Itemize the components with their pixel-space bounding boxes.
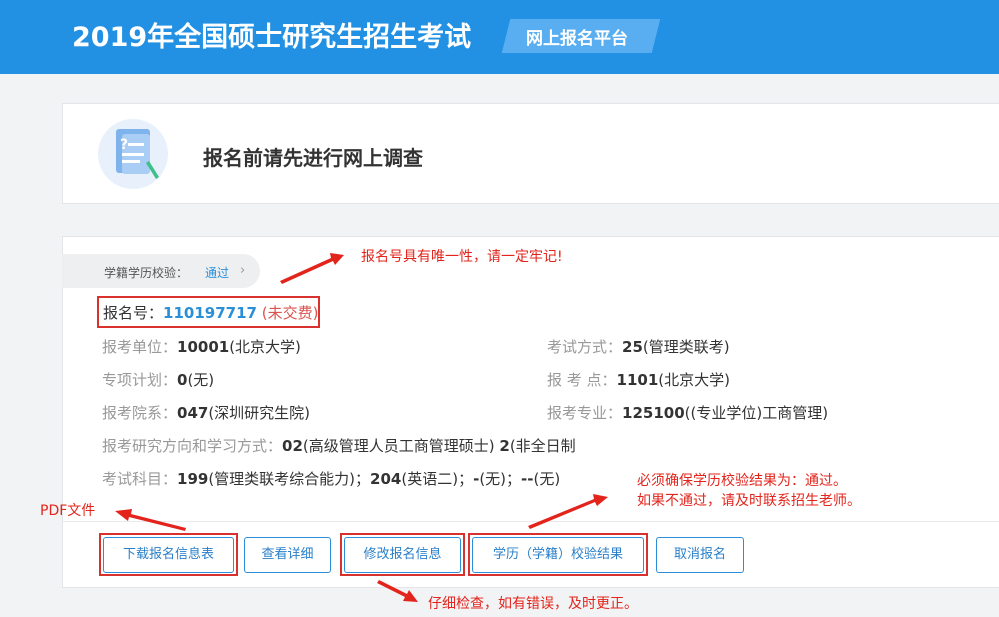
- survey-document-icon: ?: [98, 119, 168, 189]
- field-major: 报考专业：125100((专业学位)工商管理): [547, 404, 829, 422]
- svg-text:?: ?: [120, 137, 128, 153]
- platform-badge-label: 网上报名平台: [526, 29, 628, 49]
- modify-button[interactable]: 修改报名信息: [344, 537, 461, 573]
- pdf-annotation: PDF文件: [40, 503, 96, 519]
- field-special-plan: 专项计划：0(无): [102, 371, 215, 389]
- verify-status[interactable]: 通过: [205, 264, 229, 281]
- card-divider: [63, 521, 999, 522]
- field-exam-mode: 考试方式：25(管理类联考): [547, 338, 730, 356]
- verify-annotation-line2: 如果不通过，请及时联系招生老师。: [637, 493, 861, 509]
- payment-status: (未交费): [261, 304, 319, 322]
- regno-annotation: 报名号具有唯一性，请一定牢记!: [361, 249, 563, 265]
- download-button[interactable]: 下载报名信息表: [103, 537, 234, 573]
- field-exam-site: 报 考 点：1101(北京大学): [547, 371, 731, 389]
- survey-prompt[interactable]: 报名前请先进行网上调查: [203, 142, 423, 171]
- field-direction: 报考研究方向和学习方式：02(高级管理人员工商管理硕士) 2(非全日制: [102, 437, 576, 455]
- regno-value: 110197717: [163, 304, 257, 322]
- registration-number: 报名号：110197717 (未交费): [103, 302, 318, 323]
- modify-annotation: 仔细检查，如有错误，及时更正。: [428, 596, 638, 612]
- verify-label: 学籍学历校验：: [104, 266, 189, 280]
- field-department: 报考院系：047(深圳研究生院): [102, 404, 311, 422]
- verify-annotation-line1: 必须确保学历校验结果为：通过。: [637, 473, 847, 489]
- field-unit: 报考单位：10001(北京大学): [102, 338, 301, 356]
- field-subjects: 考试科目：199(管理类联考综合能力)；204(英语二)；-(无)；--(无): [102, 470, 561, 488]
- page-title: 2019年全国硕士研究生招生考试: [72, 22, 472, 53]
- cancel-button[interactable]: 取消报名: [656, 537, 744, 573]
- details-button[interactable]: 查看详细: [244, 537, 331, 573]
- regno-label: 报名号：: [103, 304, 164, 322]
- chevron-right-icon: ›: [240, 263, 246, 278]
- header-bar: 2019年全国硕士研究生招生考试 网上报名平台: [0, 0, 999, 74]
- check-result-button[interactable]: 学历（学籍）校验结果: [472, 537, 644, 573]
